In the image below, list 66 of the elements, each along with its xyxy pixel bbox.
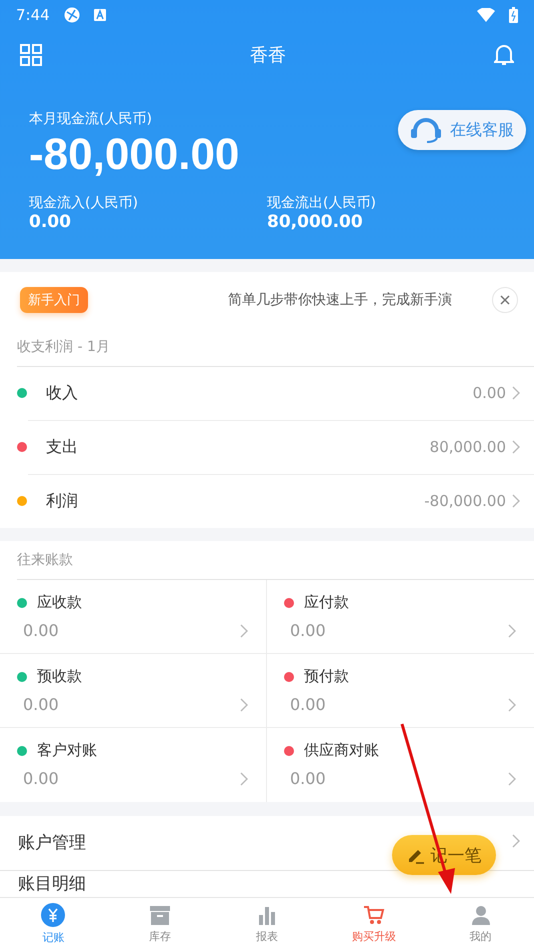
account-cell[interactable]: 预收款 0.00 — [0, 654, 267, 728]
menu-label: 账目明细 — [18, 873, 86, 896]
tab[interactable]: 我的 — [427, 898, 534, 950]
row-label: 收入 — [46, 382, 78, 404]
menu-label: 账户管理 — [18, 832, 86, 854]
row-value: 0.00 — [472, 384, 506, 402]
cell-value: 0.00 — [289, 621, 327, 640]
profit-row[interactable]: 支出 80,000.00 — [0, 420, 534, 474]
outflow-label: 现金流出(人民币) — [267, 194, 377, 212]
status-time: 7:44 — [16, 6, 50, 24]
headset-icon — [410, 117, 442, 143]
cell-label: 应付款 — [304, 593, 350, 612]
chevron-right-icon — [240, 624, 248, 638]
inflow-amount: 0.00 — [29, 212, 72, 232]
cashflow-label: 本月现金流(人民币) — [29, 110, 153, 128]
outflow-amount: 80,000.00 — [267, 212, 364, 232]
cell-label: 应收款 — [37, 593, 83, 612]
wifi-icon — [477, 8, 495, 22]
chevron-right-icon — [508, 624, 516, 638]
grid-menu-icon[interactable] — [20, 44, 42, 66]
chevron-right-icon — [240, 772, 248, 786]
account-cell[interactable]: 应收款 0.00 — [0, 580, 267, 654]
account-cell[interactable]: 应付款 0.00 — [267, 580, 534, 654]
row-label: 支出 — [46, 436, 78, 458]
cell-label: 预付款 — [304, 667, 350, 686]
page-title: 香香 — [250, 44, 286, 67]
account-cell[interactable]: 客户对账 0.00 — [0, 728, 267, 802]
account-cell[interactable]: 预付款 0.00 — [267, 654, 534, 728]
guide-text: 简单几步带你快速上手，完成新手演 — [228, 290, 452, 309]
chevron-right-icon — [512, 494, 520, 508]
cell-value: 0.00 — [22, 621, 60, 640]
bell-icon[interactable] — [494, 44, 514, 66]
inflow-label: 现金流入(人民币) — [29, 194, 139, 212]
chevron-right-icon — [508, 698, 516, 712]
profit-row[interactable]: 利润 -80,000.00 — [0, 474, 534, 528]
chevron-right-icon — [512, 834, 520, 848]
cell-label: 客户对账 — [37, 741, 98, 760]
chevron-right-icon — [240, 698, 248, 712]
profit-row[interactable]: 收入 0.00 — [0, 366, 534, 420]
section-title: 往来账款 — [17, 540, 534, 580]
app-icon — [94, 9, 106, 21]
cell-label: 供应商对账 — [304, 741, 380, 760]
box-icon — [149, 904, 172, 926]
row-value: -80,000.00 — [424, 492, 506, 510]
chevron-right-icon — [512, 440, 520, 454]
cell-value: 0.00 — [289, 769, 327, 788]
account-cell[interactable]: 供应商对账 0.00 — [267, 728, 534, 802]
yuan-icon — [41, 902, 66, 927]
cell-label: 预收款 — [37, 667, 83, 686]
tab[interactable]: 库存 — [106, 898, 214, 950]
cashflow-amount: -80,000.00 — [29, 130, 240, 180]
cell-value: 0.00 — [22, 769, 60, 788]
chevron-right-icon — [508, 772, 516, 786]
close-icon — [500, 294, 510, 305]
row-value: 80,000.00 — [430, 438, 506, 456]
row-label: 利润 — [46, 490, 78, 512]
cart-icon — [362, 904, 385, 926]
cell-value: 0.00 — [22, 695, 60, 714]
section-title: 收支利润 - 1月 — [17, 328, 534, 367]
app-icon — [64, 7, 80, 23]
tab[interactable]: 报表 — [214, 898, 320, 950]
user-icon — [470, 904, 492, 926]
cell-value: 0.00 — [289, 695, 327, 714]
chevron-right-icon — [512, 386, 520, 400]
battery-icon — [509, 7, 518, 23]
close-button[interactable] — [492, 286, 518, 313]
